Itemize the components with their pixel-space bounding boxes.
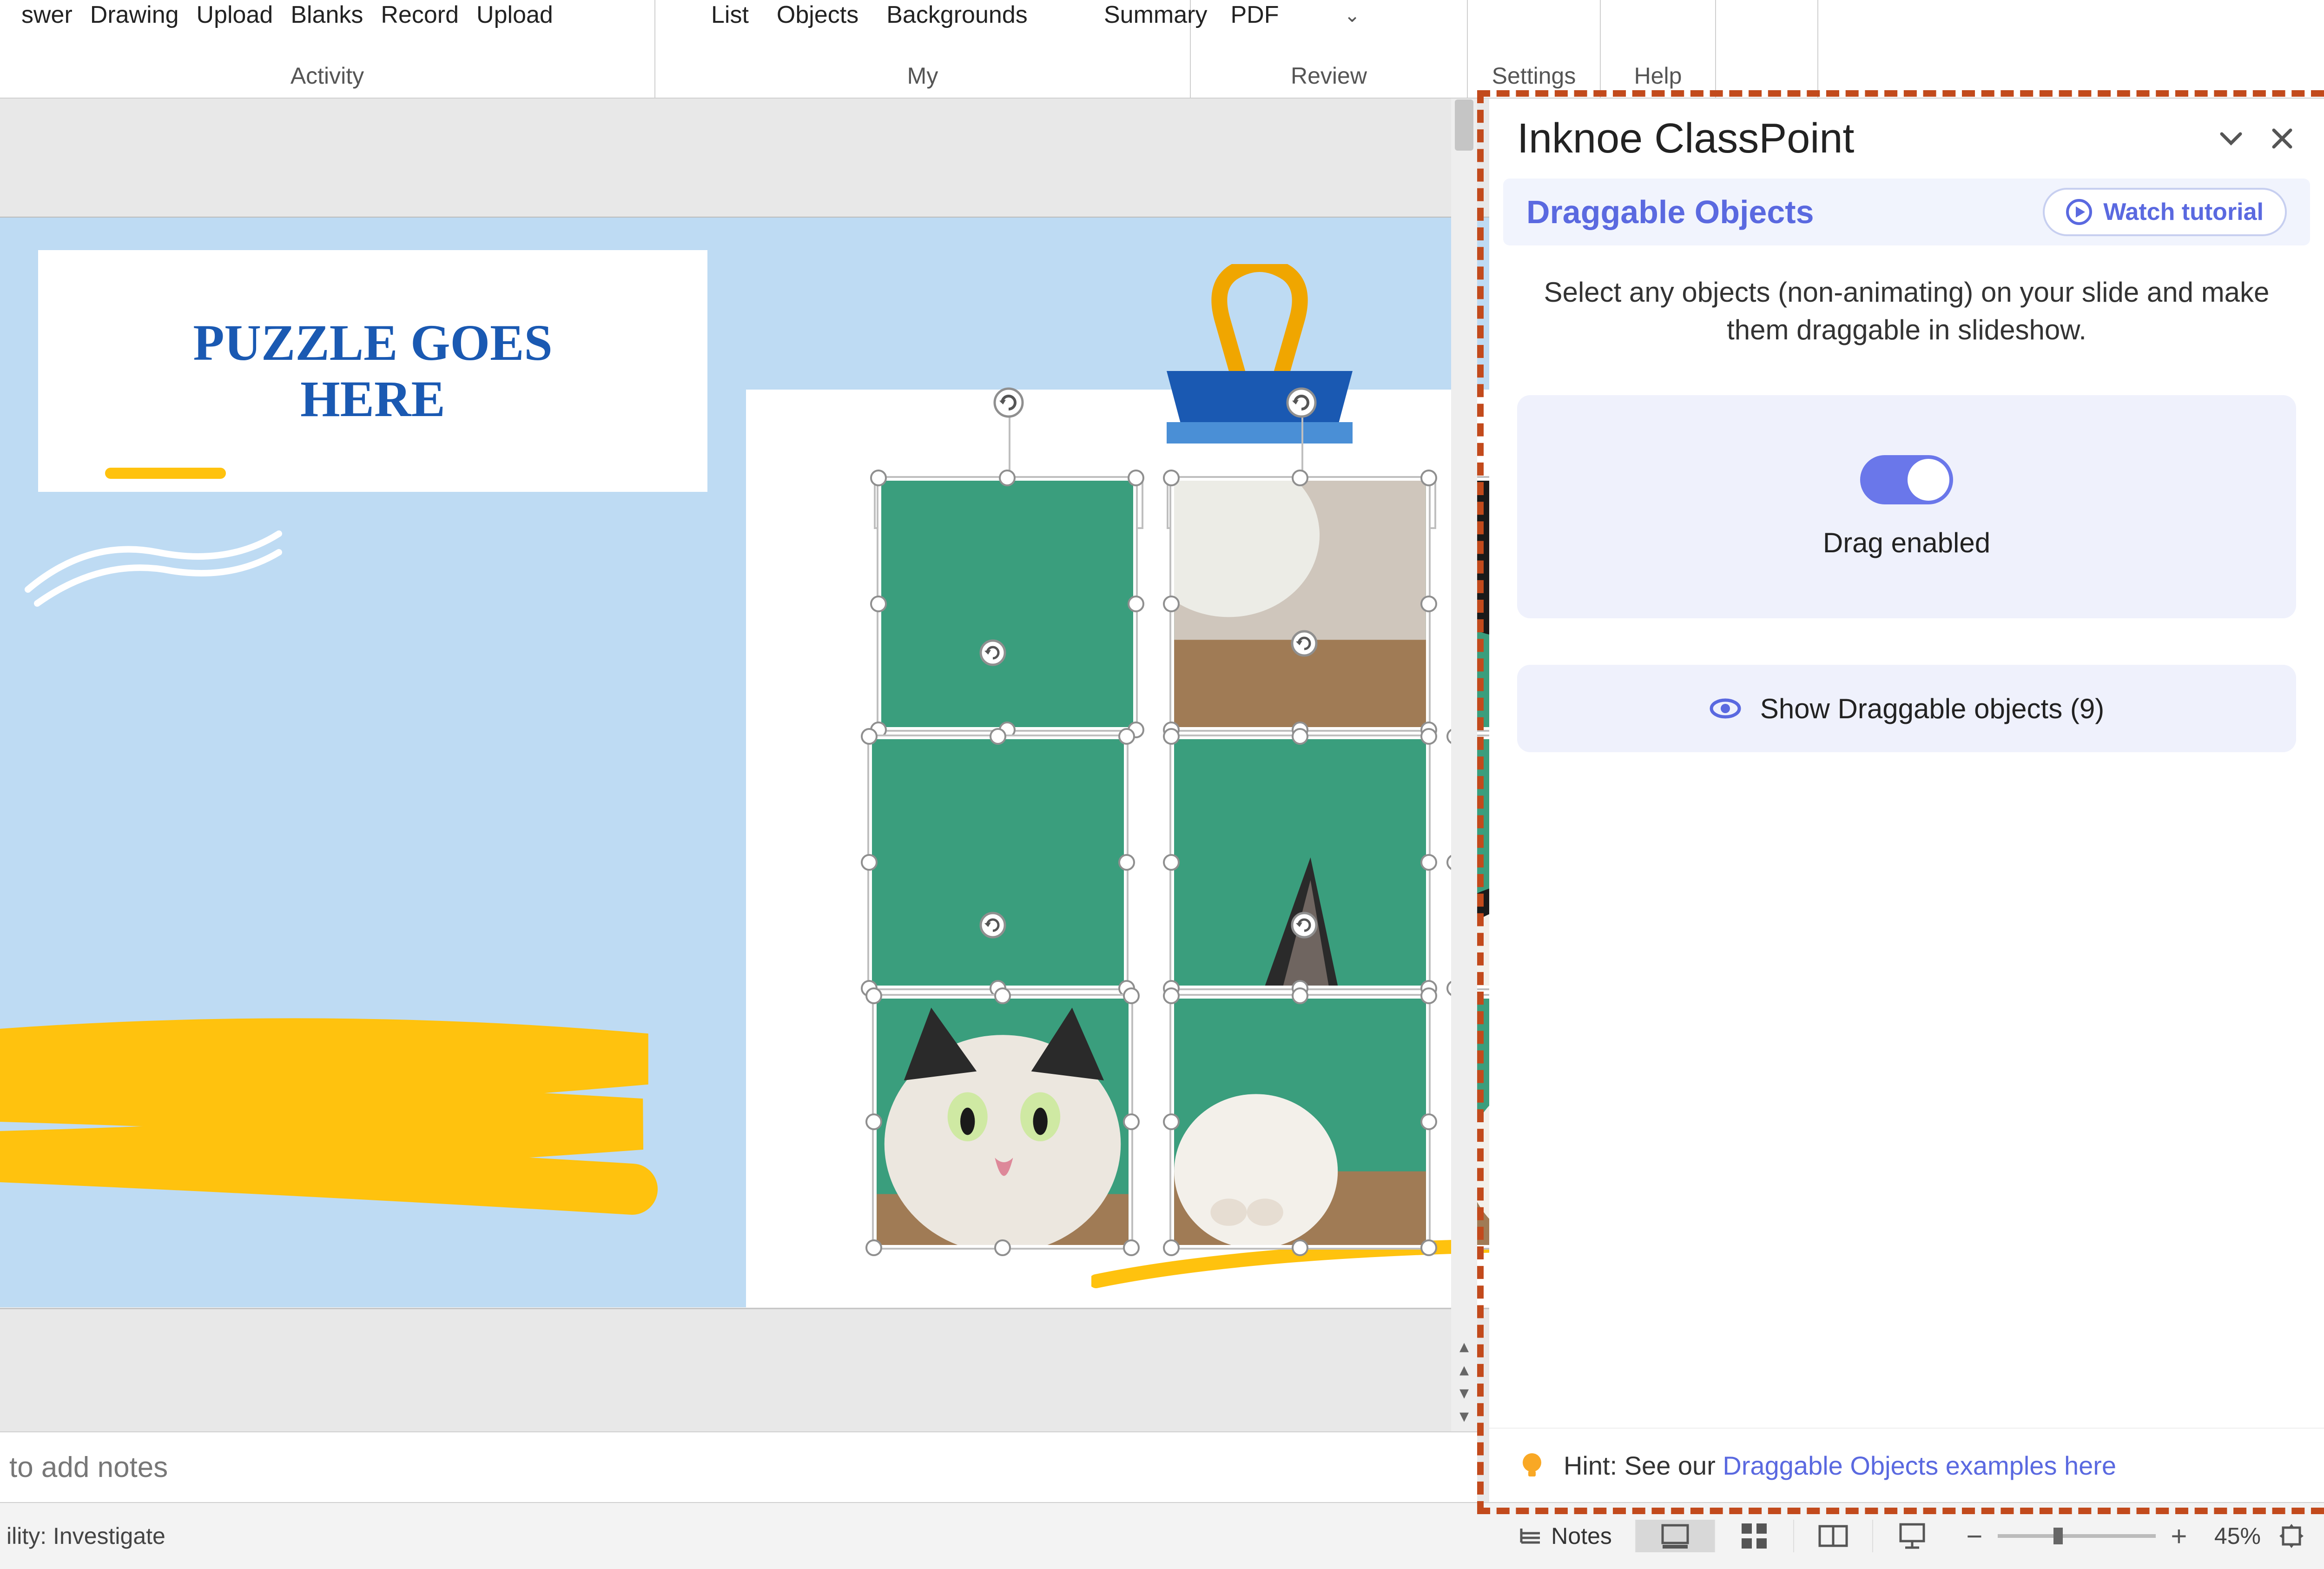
puzzle-tile[interactable] xyxy=(874,996,1131,1248)
title-line1: PUZZLE GOES xyxy=(193,314,552,371)
puzzle-tile[interactable] xyxy=(1171,736,1429,988)
reading-view-button[interactable] xyxy=(1793,1520,1872,1552)
yellow-brush xyxy=(0,1017,669,1217)
rotate-icon[interactable] xyxy=(1290,629,1318,657)
scroll-up-icon[interactable]: ▴ xyxy=(1456,1359,1472,1376)
lightbulb-icon xyxy=(1517,1450,1547,1480)
status-bar: ility: Investigate Notes − + 45% xyxy=(0,1502,2324,1569)
drag-enabled-toggle[interactable] xyxy=(1860,455,1953,504)
play-icon xyxy=(2066,199,2092,225)
notes-icon xyxy=(1519,1524,1543,1548)
notes-placeholder: to add notes xyxy=(9,1451,168,1484)
zoom-thumb[interactable] xyxy=(2053,1528,2063,1544)
zoom-value[interactable]: 45% xyxy=(2202,1523,2273,1549)
ribbon-cmd-upload1[interactable]: Upload xyxy=(197,1,273,29)
sorter-view-button[interactable] xyxy=(1714,1520,1793,1552)
hint-link[interactable]: Draggable Objects examples here xyxy=(1723,1451,2116,1480)
binder-clip-icon xyxy=(1148,264,1371,450)
ribbon: swer Drawing Upload Blanks Record Upload… xyxy=(0,0,2324,99)
ribbon-cmd-drawing[interactable]: Drawing xyxy=(90,1,179,29)
drag-toggle-card: Drag enabled xyxy=(1517,395,2296,618)
vertical-scrollbar[interactable]: ▴ ▴ ▾ ▾ xyxy=(1451,99,1477,1431)
rotate-icon[interactable] xyxy=(979,911,1007,939)
scroll-down-double-icon[interactable]: ▾ xyxy=(1456,1405,1472,1422)
notes-toggle-button[interactable]: Notes xyxy=(1495,1523,1635,1549)
puzzle-tile[interactable] xyxy=(869,736,1127,988)
watch-tutorial-button[interactable]: Watch tutorial xyxy=(2043,188,2287,236)
group-my: My xyxy=(907,56,938,98)
close-icon[interactable] xyxy=(2268,125,2296,152)
group-help[interactable]: Help xyxy=(1634,56,1682,98)
ribbon-cmd-backgrounds[interactable]: Backgrounds xyxy=(886,1,1028,29)
title-underline xyxy=(105,468,226,479)
ribbon-cmd-upload2[interactable]: Upload xyxy=(476,1,553,29)
puzzle-tile[interactable] xyxy=(1171,996,1429,1248)
classpoint-panel: Inknoe ClassPoint Draggable Objects Watc… xyxy=(1489,99,2324,1502)
normal-view-button[interactable] xyxy=(1635,1520,1714,1552)
watch-tutorial-label: Watch tutorial xyxy=(2103,198,2264,226)
notes-pane[interactable]: to add notes xyxy=(0,1431,1477,1502)
chevron-down-icon[interactable]: ⌄ xyxy=(1344,4,1360,26)
ribbon-cmd-pdf[interactable]: PDF xyxy=(1230,1,1279,29)
panel-title: Inknoe ClassPoint xyxy=(1517,115,2194,163)
ribbon-cmd-blanks[interactable]: Blanks xyxy=(290,1,363,29)
scrollbar-thumb[interactable] xyxy=(1455,99,1473,151)
rotate-icon[interactable] xyxy=(979,639,1007,667)
slide-canvas[interactable]: PUZZLE GOESHERE xyxy=(0,99,1477,1431)
zoom-out-button[interactable]: − xyxy=(1965,1520,1984,1552)
drag-toggle-label: Drag enabled xyxy=(1823,527,1990,559)
panel-description: Select any objects (non-animating) on yo… xyxy=(1517,273,2296,349)
chevron-down-icon[interactable] xyxy=(2217,125,2245,152)
slide-title-card[interactable]: PUZZLE GOESHERE xyxy=(38,250,707,492)
title-line2: HERE xyxy=(300,371,445,427)
chalk-scribble xyxy=(19,520,288,613)
notes-label: Notes xyxy=(1551,1523,1612,1549)
status-accessibility[interactable]: ility: Investigate xyxy=(0,1523,165,1549)
puzzle-tile[interactable] xyxy=(1171,478,1429,730)
zoom-track[interactable] xyxy=(1998,1534,2156,1538)
hint-prefix: Hint: See our xyxy=(1564,1451,1723,1480)
group-review: Review xyxy=(1291,56,1367,98)
ribbon-cmd-record[interactable]: Record xyxy=(381,1,459,29)
panel-hint: Hint: See our Draggable Objects examples… xyxy=(1489,1428,2324,1502)
rotate-icon[interactable] xyxy=(1290,911,1318,939)
scroll-down-icon[interactable]: ▾ xyxy=(1456,1382,1472,1399)
ribbon-cmd-objects[interactable]: Objects xyxy=(777,1,858,29)
show-draggable-label: Show Draggable objects (9) xyxy=(1760,693,2104,725)
ribbon-cmd-summary[interactable]: Summary xyxy=(1104,1,1207,29)
puzzle-tile[interactable] xyxy=(878,478,1136,730)
ribbon-cmd-list[interactable]: List xyxy=(711,1,749,29)
zoom-in-button[interactable]: + xyxy=(2170,1520,2188,1552)
panel-subtitle: Draggable Objects xyxy=(1526,193,2043,231)
fit-to-window-button[interactable] xyxy=(2273,1522,2310,1550)
ribbon-cmd-swer[interactable]: swer xyxy=(21,1,73,29)
group-settings[interactable]: Settings xyxy=(1492,56,1576,98)
zoom-slider[interactable]: − + xyxy=(1951,1520,2202,1552)
scroll-up-double-icon[interactable]: ▴ xyxy=(1456,1336,1472,1352)
show-draggable-button[interactable]: Show Draggable objects (9) xyxy=(1517,665,2296,752)
eye-icon xyxy=(1709,692,1742,725)
group-activity: Activity xyxy=(290,56,364,98)
slideshow-button[interactable] xyxy=(1872,1520,1951,1552)
